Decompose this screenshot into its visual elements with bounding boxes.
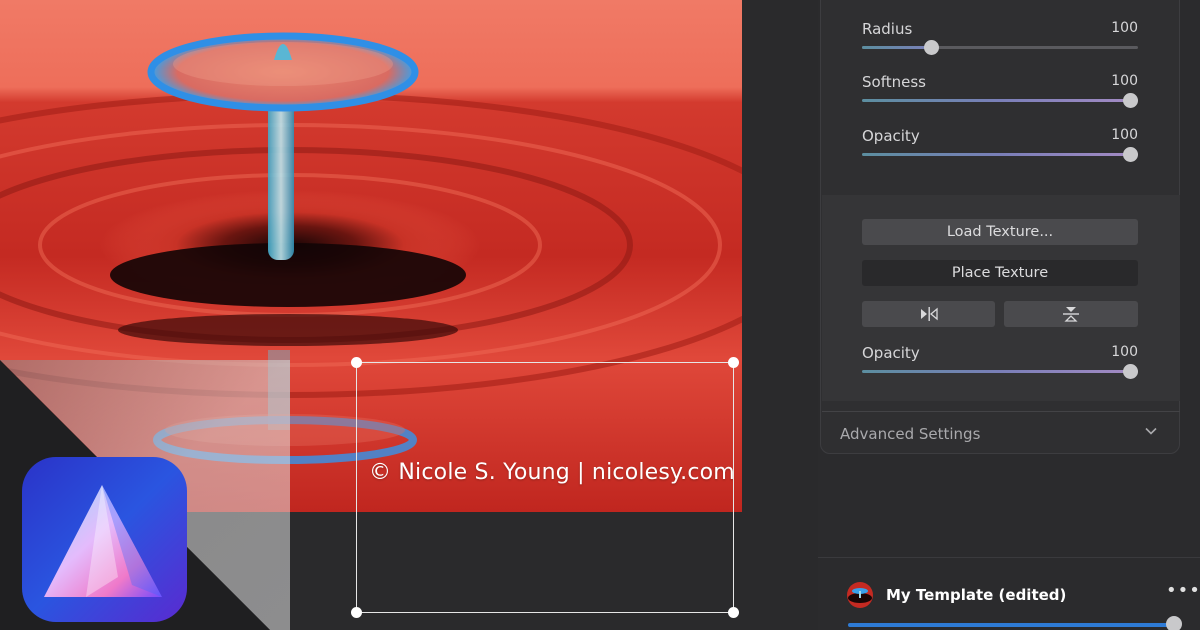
opacity-label: Opacity xyxy=(862,127,920,145)
opacity-slider[interactable]: Opacity 100 xyxy=(862,127,1138,167)
opacity-value: 100 xyxy=(1111,127,1138,143)
texture-opacity-value: 100 xyxy=(1111,344,1138,360)
load-texture-button[interactable]: Load Texture... xyxy=(862,219,1138,245)
advanced-settings-toggle[interactable]: Advanced Settings xyxy=(840,424,1158,446)
softness-thumb[interactable] xyxy=(1123,93,1138,108)
radius-value: 100 xyxy=(1111,20,1138,36)
template-thumbnail xyxy=(847,582,873,608)
more-icon[interactable]: ••• xyxy=(1166,580,1200,601)
radius-slider[interactable]: Radius 100 xyxy=(862,20,1138,60)
flip-horizontal-button[interactable] xyxy=(862,301,995,327)
template-name: My Template (edited) xyxy=(886,586,1067,604)
texture-opacity-thumb[interactable] xyxy=(1123,364,1138,379)
texture-opacity-track[interactable] xyxy=(862,370,1138,373)
softness-slider[interactable]: Softness 100 xyxy=(862,73,1138,113)
softness-label: Softness xyxy=(862,73,926,91)
opacity-track[interactable] xyxy=(862,153,1138,156)
template-amount-thumb[interactable] xyxy=(1166,616,1182,630)
image-canvas[interactable]: © Nicole S. Young | nicolesy.com xyxy=(0,0,818,630)
flip-vertical-button[interactable] xyxy=(1004,301,1138,327)
watermark-bounding-box[interactable] xyxy=(351,357,739,618)
radius-label: Radius xyxy=(862,20,913,38)
softness-value: 100 xyxy=(1111,73,1138,89)
flip-vertical-icon xyxy=(1063,307,1079,322)
advanced-settings-label: Advanced Settings xyxy=(840,425,981,443)
softness-track[interactable] xyxy=(862,99,1138,102)
texture-opacity-label: Opacity xyxy=(862,344,920,362)
radius-fill xyxy=(862,46,931,49)
opacity-thumb[interactable] xyxy=(1123,147,1138,162)
template-amount-track[interactable] xyxy=(848,623,1176,627)
resize-handle-top-right[interactable] xyxy=(728,357,739,368)
resize-handle-bottom-left[interactable] xyxy=(351,607,362,618)
resize-handle-top-left[interactable] xyxy=(351,357,362,368)
chevron-down-icon[interactable] xyxy=(1144,424,1158,438)
resize-handle-bottom-right[interactable] xyxy=(728,607,739,618)
panel-divider xyxy=(818,557,1200,558)
luminar-app-icon xyxy=(22,457,187,622)
template-row[interactable]: My Template (edited) ••• xyxy=(818,578,1200,630)
texture-opacity-slider[interactable]: Opacity 100 xyxy=(862,344,1138,384)
radius-thumb[interactable] xyxy=(924,40,939,55)
divider xyxy=(822,411,1180,412)
place-texture-button[interactable]: Place Texture xyxy=(862,260,1138,286)
flip-horizontal-icon xyxy=(920,307,938,321)
